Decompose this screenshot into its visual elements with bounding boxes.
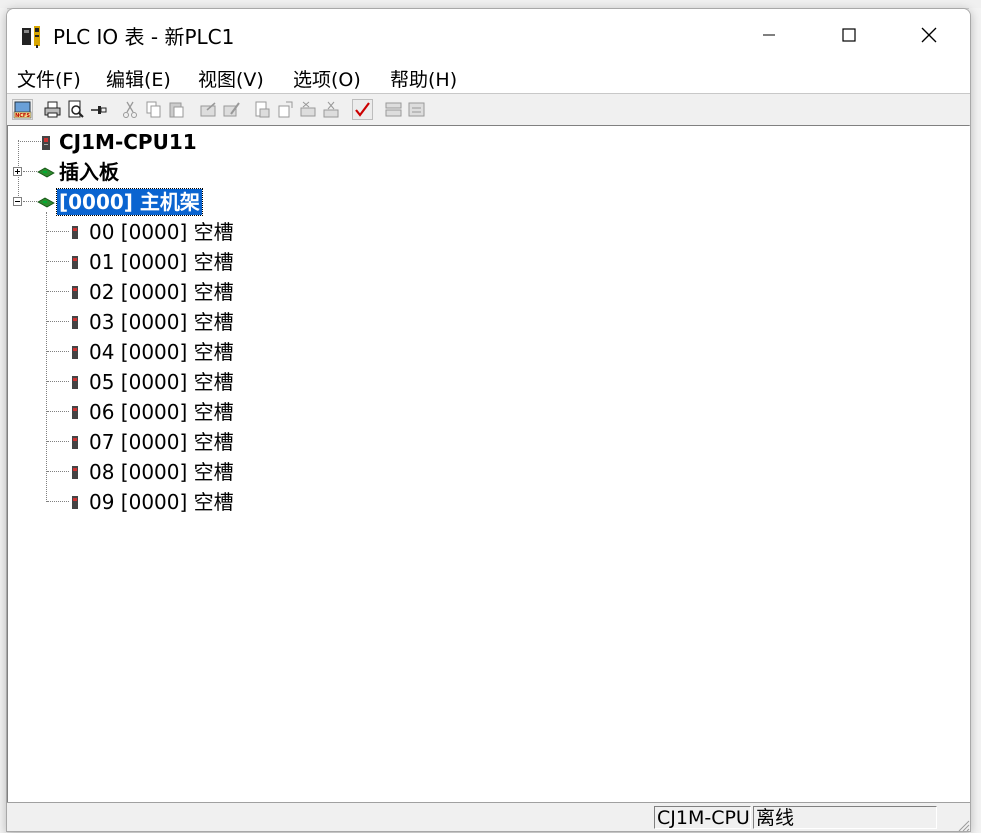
tree-node-slot[interactable]: 08 [0000] 空槽 [89,459,234,485]
status-plc-type: CJ1M-CPU11 [654,806,751,829]
print-preview-button[interactable] [65,99,86,120]
pin-button[interactable] [88,99,109,120]
compare-icon [278,101,293,118]
tree-node-main-rack[interactable]: [0000] 主机架 [56,188,203,216]
verify-icon [255,101,270,118]
paste-icon [169,102,184,118]
tree-node-slot[interactable]: 00 [0000] 空槽 [89,219,234,245]
status-bar: CJ1M-CPU11 离线 [7,802,970,832]
delete-unit-icon [323,101,339,118]
minimize-icon [763,34,775,36]
tree-node-slot[interactable]: 04 [0000] 空槽 [89,339,234,365]
resize-grip-icon[interactable] [954,816,970,832]
tree-node-slot[interactable]: 05 [0000] 空槽 [89,369,234,395]
maximize-icon [842,28,856,42]
tree-rack-line [46,212,47,502]
tree-node-slot[interactable]: 07 [0000] 空槽 [89,429,234,455]
check-icon [355,102,370,117]
copy-icon [146,101,161,118]
tree-branch-slot [47,381,69,382]
slot-unit-icon [71,224,79,243]
slot-unit-icon [71,344,79,363]
pin-icon [91,106,107,114]
tree-branch-slot [47,351,69,352]
close-button[interactable] [889,9,969,61]
print-button[interactable] [42,99,63,120]
cpu-unit-icon [41,135,51,154]
verify-button[interactable] [252,99,273,120]
title-bar[interactable]: PLC IO 表 - 新PLC1 [7,9,970,61]
maximize-button[interactable] [809,9,889,61]
rack-icon [37,194,55,213]
collapse-icon[interactable] [13,197,22,206]
menu-edit[interactable]: 编辑(E) [106,65,171,92]
tree-node-slot[interactable]: 03 [0000] 空槽 [89,309,234,335]
slot-unit-icon [71,374,79,393]
tree-node-slot[interactable]: 02 [0000] 空槽 [89,279,234,305]
tree-branch-slot [47,411,69,412]
print-preview-icon [68,100,84,118]
slot-unit-icon [71,464,79,483]
slot-unit-icon [71,254,79,273]
tree-branch-slot [47,471,69,472]
slot-unit-icon [71,284,79,303]
tree-branch-rack [23,201,37,202]
board-icon [37,164,55,183]
menu-view[interactable]: 视图(V) [198,65,264,92]
slot-unit-icon [71,494,79,513]
expansion-rack-icon [385,102,402,117]
slot-unit-icon [71,314,79,333]
tree-branch-slot [47,231,69,232]
edit-parameters-button[interactable] [221,99,242,120]
rack-info-button[interactable] [406,99,427,120]
slot-unit-icon [71,404,79,423]
paste-button[interactable] [166,99,187,120]
unit-settings-icon [200,102,216,117]
expansion-rack-button[interactable] [383,99,404,120]
tree-branch-slot [47,321,69,322]
slot-unit-icon [71,434,79,453]
status-mode: 离线 [753,806,937,829]
unit-settings-button[interactable] [198,99,219,120]
menu-file[interactable]: 文件(F) [17,65,81,92]
tree-node-slot[interactable]: 01 [0000] 空槽 [89,249,234,275]
insert-unit-button[interactable] [298,99,319,120]
svg-text:NCFS: NCFS [15,113,30,119]
delete-unit-button[interactable] [321,99,342,120]
compare-button[interactable] [275,99,296,120]
tree-branch-slot [47,261,69,262]
expand-icon[interactable] [13,167,22,176]
insert-unit-icon [300,101,316,117]
tree-node-slot[interactable]: 06 [0000] 空槽 [89,399,234,425]
tree-branch-slot [47,441,69,442]
close-icon [921,27,937,43]
transfer-to-plc-icon: NCFS [13,101,32,119]
tree-branch-board [23,171,37,172]
transfer-to-plc-button[interactable]: NCFS [12,99,33,120]
plc-io-table-window: PLC IO 表 - 新PLC1 文件(F) 编辑(E) 视图(V) 选项(O)… [6,8,971,832]
cut-icon [123,101,137,118]
plc-io-table-icon [20,23,46,49]
print-icon [44,101,61,118]
menu-help[interactable]: 帮助(H) [390,65,457,92]
tree-node-cpu[interactable]: CJ1M-CPU11 [59,129,197,155]
edit-parameters-icon [223,102,240,117]
tree-branch-slot [47,501,69,502]
io-table-tree[interactable]: CJ1M-CPU11 插入板 [0000] 主机架 00 [0000] 空槽 01… [7,125,969,802]
minimize-button[interactable] [729,9,809,61]
tree-branch-cpu [18,141,41,142]
check-button[interactable] [352,99,373,120]
cut-button[interactable] [120,99,141,120]
menu-options[interactable]: 选项(O) [293,65,361,92]
tree-node-inner-board[interactable]: 插入板 [59,159,119,185]
copy-button[interactable] [143,99,164,120]
tree-branch-slot [47,291,69,292]
window-title: PLC IO 表 - 新PLC1 [53,25,235,49]
tree-node-slot[interactable]: 09 [0000] 空槽 [89,489,234,515]
menu-bar: 文件(F) 编辑(E) 视图(V) 选项(O) 帮助(H) [7,61,970,93]
rack-info-icon [408,102,425,117]
toolbar: NCFS [7,93,970,126]
